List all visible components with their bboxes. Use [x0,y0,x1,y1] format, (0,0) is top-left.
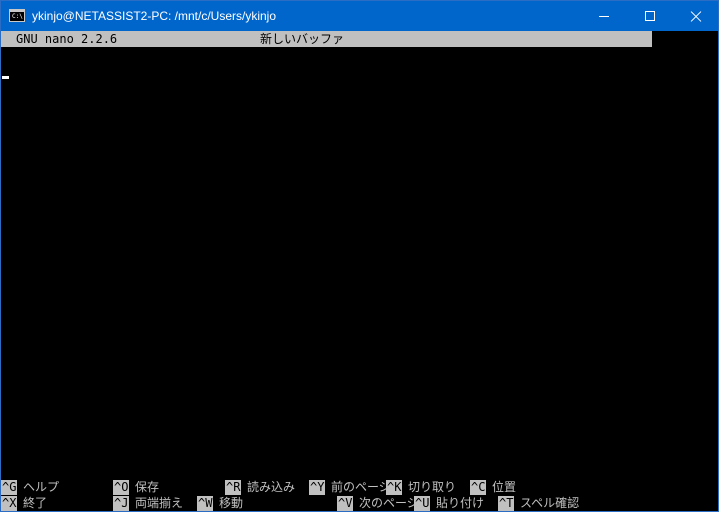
console-window: C:\ ykinjo@NETASSIST2-PC: /mnt/c/Users/y… [0,0,719,512]
shortcut-label: ヘルプ [23,480,60,494]
shortcut-key: ^G [1,480,18,495]
shortcut-key: ^X [1,496,18,511]
close-icon [691,11,701,21]
close-button[interactable] [673,1,718,31]
shortcut-key: ^U [414,496,431,511]
shortcut-label: 読み込み [247,480,296,494]
shortcut-label: 移動 [219,496,244,510]
shortcut-label: 前のページ [331,480,387,494]
nano-version: GNU nano 2.2.6 [16,32,118,46]
maximize-button[interactable] [627,1,673,31]
shortcut-label: 両端揃え [135,496,184,510]
terminal-area[interactable]: GNU nano 2.2.6 新しいバッファ ^G ヘルプ ^O 保存 ^R 読… [1,31,718,511]
shortcut-key: ^Y [309,480,326,495]
shortcut-key: ^T [498,496,515,511]
shortcut-label: 終了 [23,496,48,510]
console-icon[interactable]: C:\ [9,9,25,22]
text-cursor [2,76,9,79]
minimize-icon [599,16,609,17]
shortcut-label: 貼り付け [436,496,485,510]
shortcut-label: 位置 [492,480,517,494]
console-icon-glyph: C:\ [12,13,23,20]
nano-buffer-name: 新しいバッファ [260,32,345,46]
window-title: ykinjo@NETASSIST2-PC: /mnt/c/Users/ykinj… [32,9,277,23]
shortcut-key: ^K [386,480,403,495]
shortcut-label: 保存 [135,480,160,494]
minimize-button[interactable] [581,1,627,31]
nano-header-bar: GNU nano 2.2.6 新しいバッファ [1,31,652,47]
shortcut-label: 切り取り [408,480,457,494]
shortcut-label: 次のページ [359,496,415,510]
shortcut-key: ^V [337,496,354,511]
title-bar[interactable]: C:\ ykinjo@NETASSIST2-PC: /mnt/c/Users/y… [1,1,718,31]
shortcut-key: ^O [113,480,130,495]
shortcut-key: ^J [113,496,130,511]
maximize-icon [645,11,655,21]
shortcut-key: ^W [197,496,214,511]
vertical-scrollbar[interactable] [702,31,718,511]
shortcut-key: ^R [225,480,242,495]
shortcut-label: スペル確認 [520,496,580,510]
shortcut-key: ^C [470,480,487,495]
